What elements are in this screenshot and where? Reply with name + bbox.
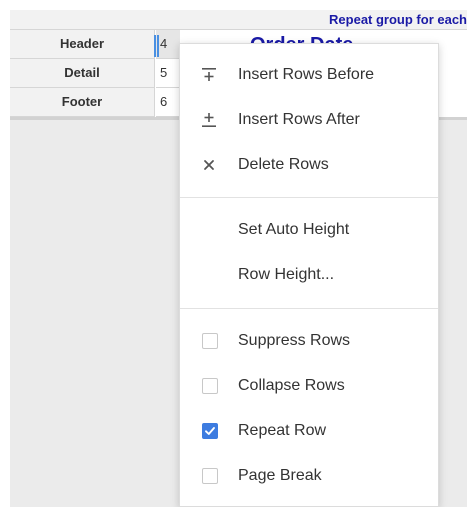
repeat-row-checkbox[interactable] (202, 423, 218, 439)
menu-item-label: Insert Rows After (238, 111, 360, 128)
row-label-footer[interactable]: Footer (10, 88, 155, 117)
menu-item-label: Delete Rows (238, 156, 329, 173)
menu-separator (180, 308, 438, 309)
suppress-rows-checkbox[interactable] (202, 333, 218, 349)
menu-item-label: Suppress Rows (238, 332, 351, 349)
row-context-menu: Insert Rows Before Insert Rows After Del… (179, 43, 439, 507)
row-number-footer[interactable]: 6 (156, 88, 180, 117)
insert-rows-before-icon (180, 67, 238, 83)
page-break-checkbox[interactable] (202, 468, 218, 484)
menu-item-page-break[interactable]: Page Break (180, 456, 438, 496)
menu-item-label: Set Auto Height (238, 221, 350, 238)
row-number-detail[interactable]: 5 (156, 59, 180, 88)
menu-item-collapse-rows[interactable]: Collapse Rows (180, 366, 438, 406)
menu-item-suppress-rows[interactable]: Suppress Rows (180, 321, 438, 361)
menu-item-label: Insert Rows Before (238, 66, 375, 83)
menu-item-repeat-row[interactable]: Repeat Row (180, 411, 438, 451)
menu-item-label: Row Height... (238, 266, 335, 283)
row-number-header[interactable]: 4 (156, 30, 180, 59)
collapse-rows-checkbox[interactable] (202, 378, 218, 394)
menu-separator (180, 197, 438, 198)
menu-item-label: Collapse Rows (238, 377, 345, 394)
delete-icon (180, 158, 238, 172)
row-selection-handle[interactable] (154, 35, 159, 57)
menu-item-delete-rows[interactable]: Delete Rows (180, 145, 438, 185)
menu-item-insert-rows-before[interactable]: Insert Rows Before (180, 55, 438, 95)
insert-rows-after-icon (180, 112, 238, 128)
menu-item-label: Repeat Row (238, 422, 327, 439)
group-header-row[interactable]: Repeat group for each (10, 10, 467, 30)
menu-item-set-auto-height[interactable]: Set Auto Height (180, 210, 438, 250)
report-designer: Repeat group for each Header 4 Detail 5 … (0, 0, 467, 507)
checkmark-icon (205, 427, 215, 435)
menu-item-row-height[interactable]: Row Height... (180, 255, 438, 295)
menu-item-label: Page Break (238, 467, 322, 484)
menu-item-insert-rows-after[interactable]: Insert Rows After (180, 100, 438, 140)
row-label-detail[interactable]: Detail (10, 59, 155, 88)
row-label-header[interactable]: Header (10, 30, 155, 59)
